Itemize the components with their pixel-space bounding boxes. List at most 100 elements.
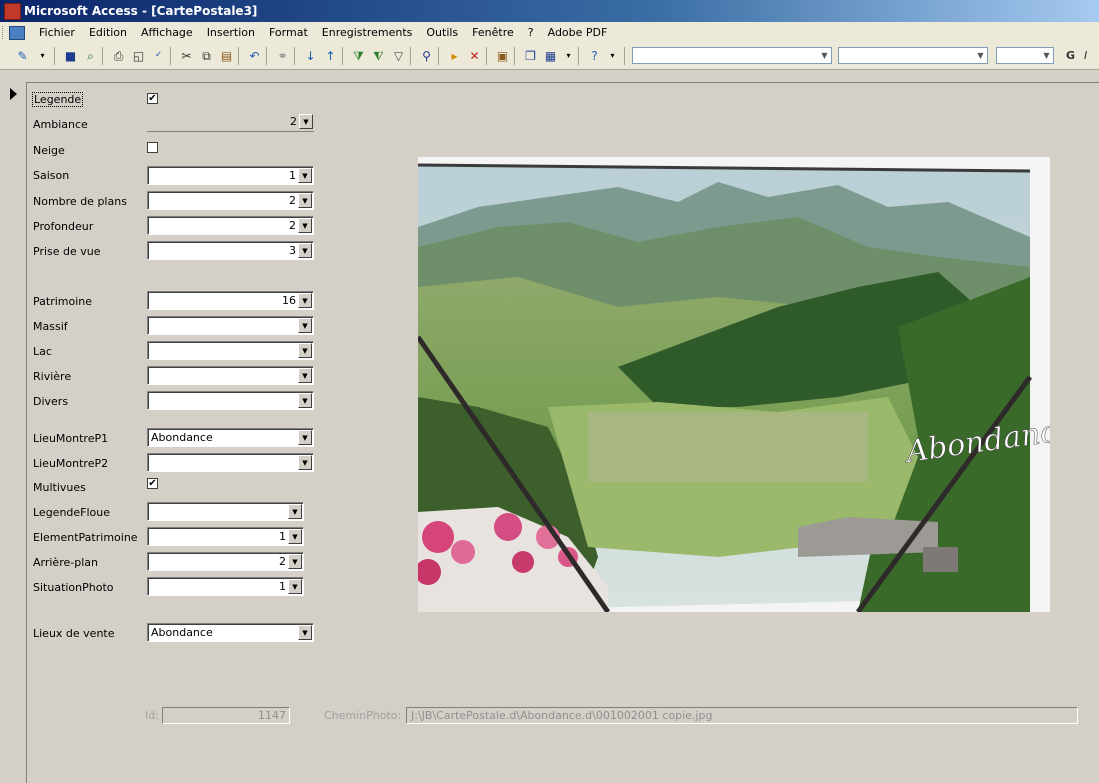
arriere-plan-value: 2 (279, 555, 286, 568)
menu-format[interactable]: Format (262, 26, 315, 39)
undo-icon[interactable]: ↶ (246, 47, 263, 64)
apply-filter-icon[interactable]: ▽ (390, 47, 407, 64)
profondeur-combo[interactable]: 2 ▼ (147, 216, 314, 235)
nombre-plans-combo[interactable]: 2 ▼ (147, 191, 314, 210)
properties-icon[interactable]: ▣ (494, 47, 511, 64)
situation-photo-label: SituationPhoto (33, 581, 114, 594)
menu-fenetre[interactable]: Fenêtre (465, 26, 521, 39)
legende-checkbox[interactable]: ✔ (147, 93, 158, 104)
massif-combo[interactable]: ▼ (147, 316, 314, 335)
delete-record-icon[interactable]: ✕ (466, 47, 483, 64)
lieu-p1-combo[interactable]: Abondance ▼ (147, 428, 314, 447)
toolbar-separator (624, 47, 625, 65)
arriere-plan-combo[interactable]: 2 ▼ (147, 552, 304, 571)
ambiance-combo[interactable]: 2 ▼ (147, 113, 314, 132)
profondeur-label: Profondeur (33, 220, 94, 233)
patrimoine-combo[interactable]: 16 ▼ (147, 291, 314, 310)
riviere-combo[interactable]: ▼ (147, 366, 314, 385)
hyperlink-icon[interactable]: ⚭ (274, 47, 291, 64)
italic-button[interactable]: I (1084, 49, 1087, 62)
chemin-photo-field[interactable]: J:\JB\CartePostale.d\Abondance.d\0010020… (406, 707, 1078, 724)
chevron-down-icon[interactable]: ▼ (288, 504, 302, 519)
saison-combo[interactable]: 1 ▼ (147, 166, 314, 185)
lieu-p2-combo[interactable]: ▼ (147, 453, 314, 472)
arriere-plan-label: Arrière-plan (33, 556, 98, 569)
database-window-icon[interactable]: ❐ (522, 47, 539, 64)
chevron-down-icon[interactable]: ▼ (298, 625, 312, 640)
cut-icon[interactable]: ✂ (178, 47, 195, 64)
toolbar-separator (238, 47, 239, 65)
chevron-down-icon[interactable]: ▾ (34, 47, 51, 64)
toolbar-separator (266, 47, 267, 65)
record-selector[interactable] (0, 83, 27, 783)
menu-grip-handle[interactable] (2, 26, 6, 39)
search-file-icon[interactable]: ⌕ (82, 47, 99, 64)
menu-edition[interactable]: Edition (82, 26, 134, 39)
chevron-down-icon[interactable]: ▼ (298, 318, 312, 333)
find-icon[interactable]: ⚲ (418, 47, 435, 64)
chevron-down-icon[interactable]: ▼ (298, 343, 312, 358)
patrimoine-label: Patrimoine (33, 295, 93, 308)
chevron-down-icon[interactable]: ▼ (299, 114, 313, 129)
chevron-down-icon[interactable]: ▼ (818, 48, 831, 63)
filter-by-selection-icon[interactable]: ⧩ (350, 47, 367, 64)
spelling-icon[interactable]: ✓ (150, 47, 167, 64)
chevron-down-icon[interactable]: ▼ (298, 430, 312, 445)
menu-affichage[interactable]: Affichage (134, 26, 200, 39)
chevron-down-icon[interactable]: ▾ (560, 47, 577, 64)
new-record-icon[interactable]: ▸ (446, 47, 463, 64)
copy-icon[interactable]: ⧉ (198, 47, 215, 64)
toolbar-options-icon[interactable]: ▾ (604, 47, 621, 64)
font-name-combo[interactable]: ▼ (838, 47, 988, 64)
bold-button[interactable]: G (1066, 49, 1075, 62)
menu-fichier[interactable]: Fichier (32, 26, 82, 39)
legende-label: Legende (31, 92, 84, 107)
menu-bar: Fichier Edition Affichage Insertion Form… (0, 22, 1099, 44)
chevron-down-icon[interactable]: ▼ (298, 393, 312, 408)
chevron-down-icon[interactable]: ▼ (298, 218, 312, 233)
print-preview-icon[interactable]: ◱ (130, 47, 147, 64)
chevron-down-icon[interactable]: ▼ (298, 368, 312, 383)
form-document-icon[interactable] (9, 26, 25, 40)
menu-adobe-pdf[interactable]: Adobe PDF (541, 26, 615, 39)
chevron-down-icon[interactable]: ▼ (298, 243, 312, 258)
menu-outils[interactable]: Outils (419, 26, 465, 39)
sort-ascending-icon[interactable]: ↓ (302, 47, 319, 64)
chevron-down-icon[interactable]: ▼ (288, 579, 302, 594)
new-object-icon[interactable]: ▦ (542, 47, 559, 64)
toolbar-separator (438, 47, 439, 65)
sort-descending-icon[interactable]: ↑ (322, 47, 339, 64)
chevron-down-icon[interactable]: ▼ (298, 168, 312, 183)
object-selector-combo[interactable]: ▼ (632, 47, 832, 64)
filter-by-form-icon[interactable]: ⧨ (370, 47, 387, 64)
legende-floue-combo[interactable]: ▼ (147, 502, 304, 521)
print-icon[interactable]: ⎙ (110, 47, 127, 64)
font-size-combo[interactable]: ▼ (996, 47, 1054, 64)
lieu-p2-label: LieuMontreP2 (33, 457, 109, 470)
chevron-down-icon[interactable]: ▼ (288, 554, 302, 569)
lieux-vente-combo[interactable]: Abondance ▼ (147, 623, 314, 642)
paste-icon[interactable]: ▤ (218, 47, 235, 64)
id-field[interactable]: 1147 (162, 707, 290, 724)
chevron-down-icon[interactable]: ▼ (298, 293, 312, 308)
neige-checkbox[interactable] (147, 142, 158, 153)
divers-combo[interactable]: ▼ (147, 391, 314, 410)
chevron-down-icon[interactable]: ▼ (1040, 48, 1053, 63)
chevron-down-icon[interactable]: ▼ (288, 529, 302, 544)
multivues-checkbox[interactable]: ✔ (147, 478, 158, 489)
save-icon[interactable]: ■ (62, 47, 79, 64)
situation-photo-combo[interactable]: 1 ▼ (147, 577, 304, 596)
chevron-down-icon[interactable]: ▼ (974, 48, 987, 63)
toolbar-separator (342, 47, 343, 65)
menu-enregistrements[interactable]: Enregistrements (315, 26, 420, 39)
prise-vue-combo[interactable]: 3 ▼ (147, 241, 314, 260)
access-app-icon[interactable] (4, 3, 21, 20)
menu-insertion[interactable]: Insertion (200, 26, 262, 39)
design-view-icon[interactable]: ✎ (14, 47, 31, 64)
element-patrimoine-combo[interactable]: 1 ▼ (147, 527, 304, 546)
chevron-down-icon[interactable]: ▼ (298, 193, 312, 208)
lac-combo[interactable]: ▼ (147, 341, 314, 360)
chevron-down-icon[interactable]: ▼ (298, 455, 312, 470)
menu-help[interactable]: ? (521, 26, 541, 39)
help-icon[interactable]: ? (586, 47, 603, 64)
